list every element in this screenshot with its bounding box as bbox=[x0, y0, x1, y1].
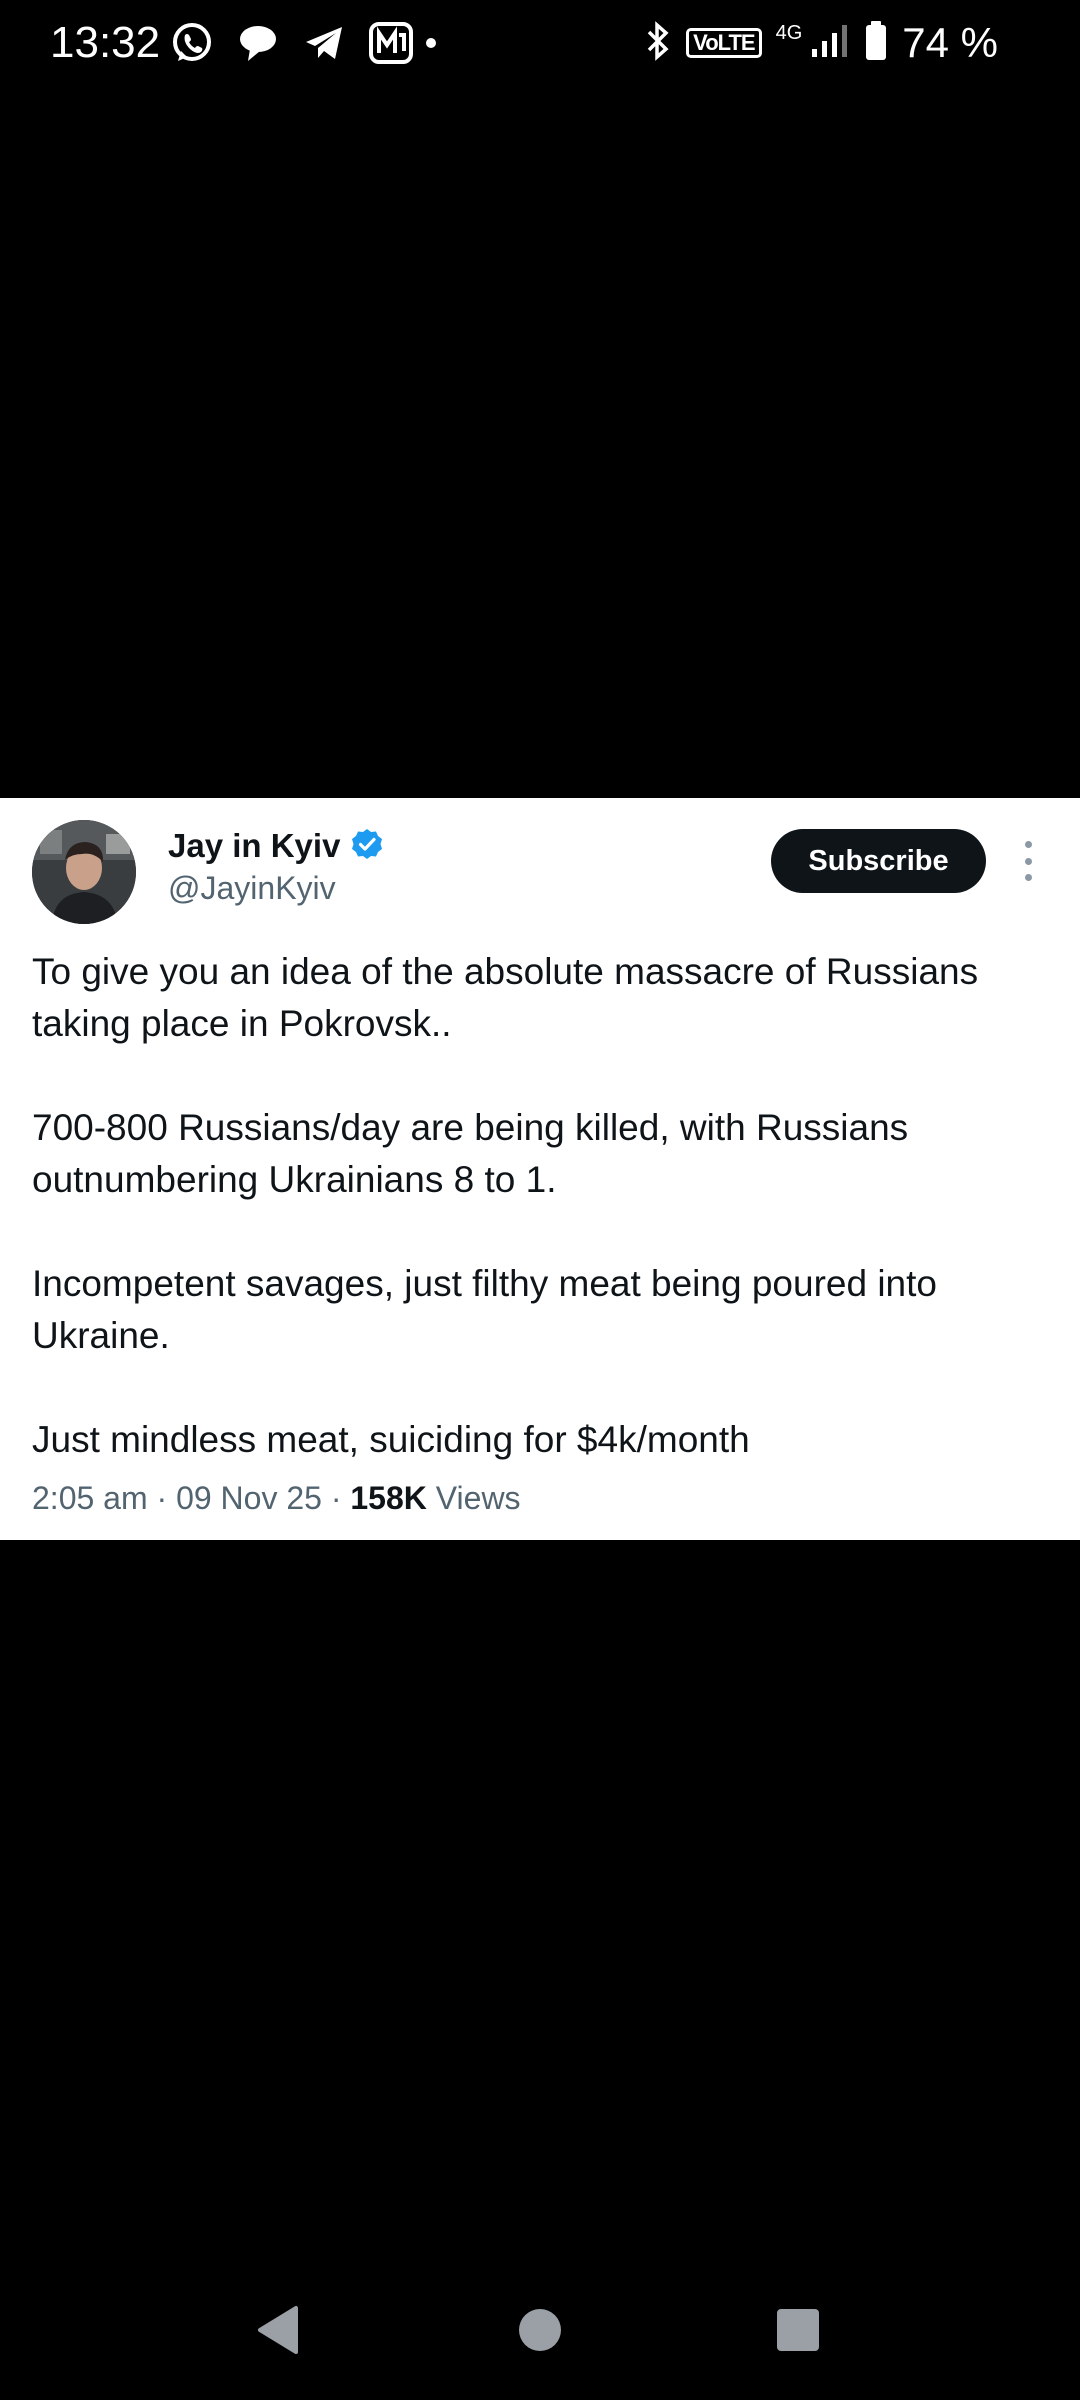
tweet-paragraph: Just mindless meat, suiciding for $4k/mo… bbox=[32, 1419, 750, 1460]
author-name[interactable]: Jay in Kyiv bbox=[168, 826, 340, 866]
status-right-icons: VoLTE 4G 74 % bbox=[644, 18, 998, 68]
more-dot bbox=[1024, 857, 1032, 865]
views-count[interactable]: 158K bbox=[350, 1480, 427, 1516]
recents-icon bbox=[777, 2309, 819, 2351]
network-type: 4G bbox=[775, 22, 803, 44]
telegram-icon bbox=[302, 21, 346, 65]
chat-bubble-icon bbox=[236, 21, 280, 65]
navigation-bar bbox=[0, 2280, 1080, 2370]
tweet-paragraph: To give you an idea of the absolute mass… bbox=[32, 951, 979, 1044]
home-button[interactable] bbox=[510, 2300, 570, 2360]
author-name-row[interactable]: Jay in Kyiv bbox=[168, 826, 384, 866]
back-icon bbox=[258, 2306, 298, 2354]
signal-icon bbox=[810, 23, 850, 64]
more-dot bbox=[1024, 841, 1032, 848]
meta-separator: · bbox=[330, 1480, 342, 1516]
back-button[interactable] bbox=[248, 2300, 308, 2360]
battery-percent: 74 % bbox=[902, 19, 998, 66]
tweet-text: To give you an idea of the absolute mass… bbox=[32, 946, 1052, 1466]
views-label[interactable]: Views bbox=[436, 1480, 521, 1516]
home-icon bbox=[519, 2309, 561, 2351]
subscribe-button[interactable]: Subscribe bbox=[771, 829, 986, 893]
status-bar: 13:32 VoLTE 4G 74 % bbox=[0, 0, 1080, 86]
screen: 13:32 VoLTE 4G 74 % Jay in Kyiv @JayinKy… bbox=[0, 0, 1080, 2400]
battery-icon bbox=[864, 20, 888, 67]
verified-badge-icon bbox=[350, 827, 384, 866]
tweet-card: Jay in Kyiv @JayinKyiv Subscribe To give… bbox=[0, 798, 1080, 1540]
bluetooth-icon bbox=[644, 20, 672, 66]
tweet-meta: 2:05 am · 09 Nov 25 · 158K Views bbox=[32, 1478, 521, 1518]
meta-separator: · bbox=[156, 1480, 168, 1516]
tweet-paragraph: 700-800 Russians/day are being killed, w… bbox=[32, 1107, 909, 1200]
volte-badge: VoLTE bbox=[686, 28, 762, 58]
notification-icons bbox=[170, 18, 436, 68]
more-notifications-dot bbox=[426, 38, 436, 48]
tweet-date[interactable]: 09 Nov 25 bbox=[176, 1480, 322, 1516]
avatar[interactable] bbox=[32, 820, 136, 924]
tweet-paragraph: Incompetent savages, just filthy meat be… bbox=[32, 1263, 937, 1356]
more-options-icon[interactable] bbox=[1012, 841, 1044, 881]
app-notification-icon bbox=[368, 21, 414, 65]
status-time: 13:32 bbox=[50, 18, 161, 67]
more-dot bbox=[1024, 874, 1032, 881]
whatsapp-icon bbox=[170, 21, 214, 65]
recents-button[interactable] bbox=[768, 2300, 828, 2360]
tweet-time[interactable]: 2:05 am bbox=[32, 1480, 148, 1516]
author-handle[interactable]: @JayinKyiv bbox=[168, 868, 336, 908]
